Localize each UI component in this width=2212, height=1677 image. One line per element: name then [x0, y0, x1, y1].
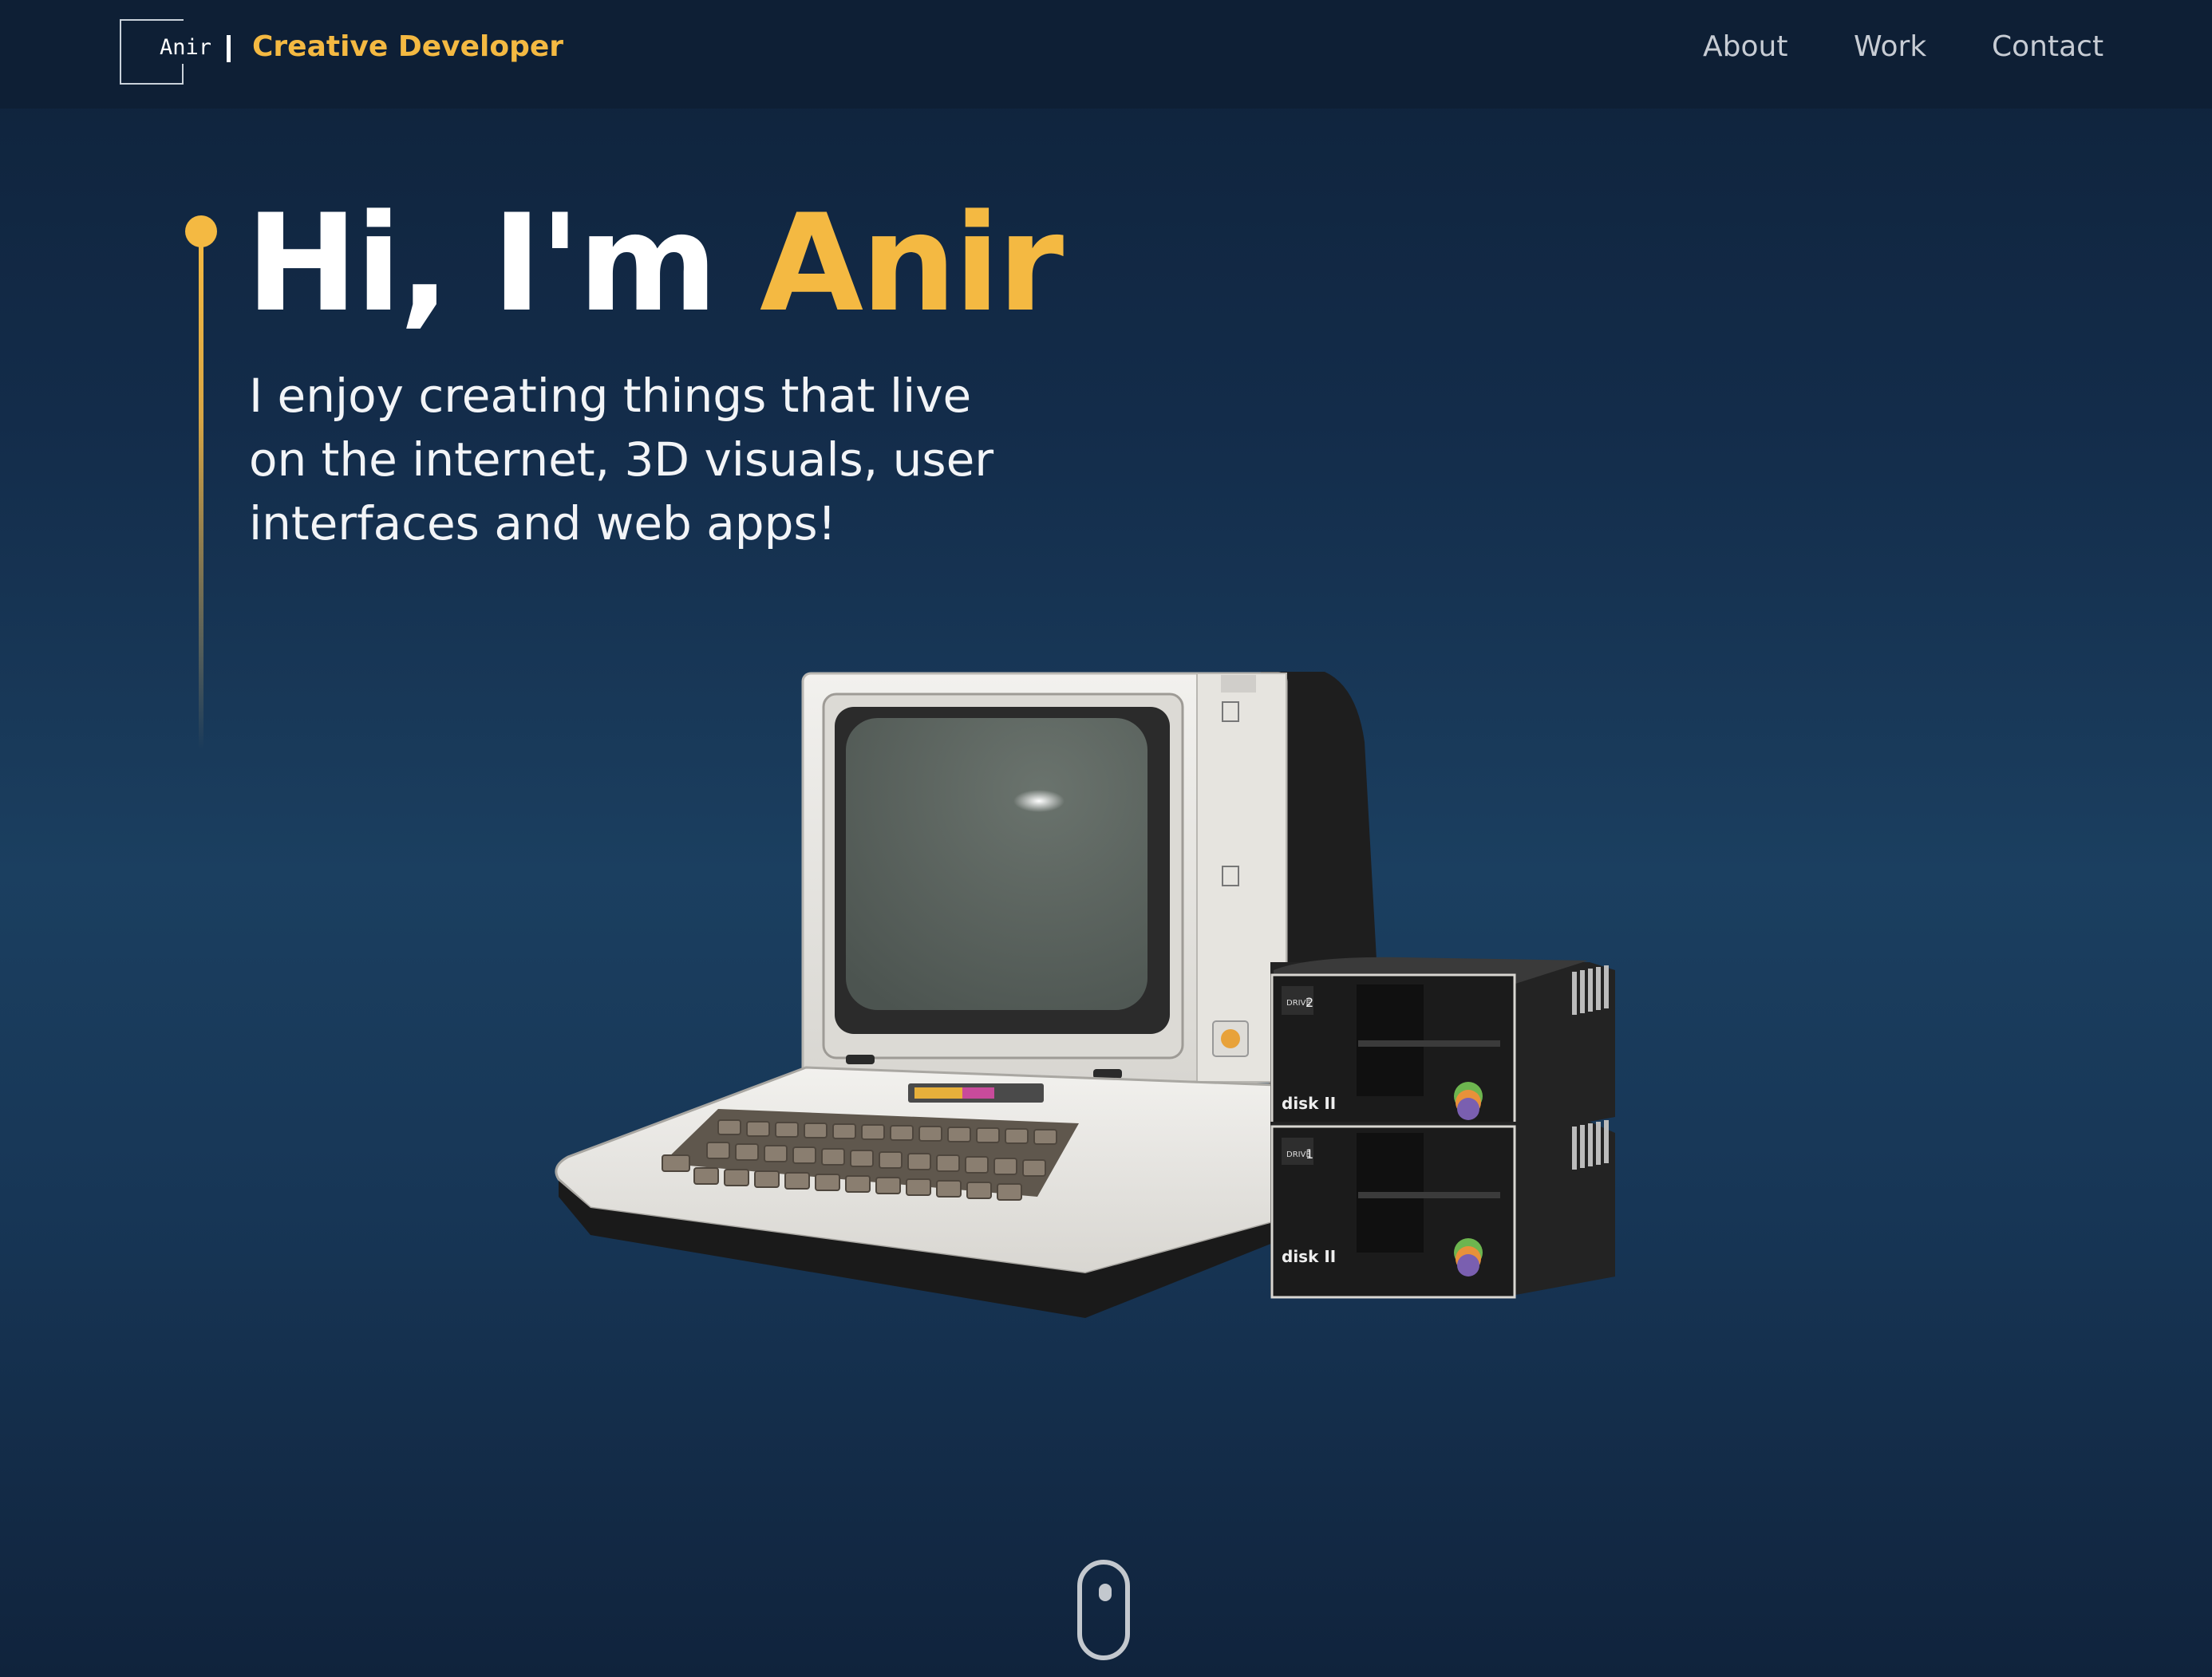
top-navbar: Anir Creative Developer About Work Conta…	[0, 0, 2212, 109]
hero-name: Anir	[760, 185, 1064, 341]
logo-divider	[227, 35, 231, 62]
logo-tagline: Creative Developer	[252, 30, 564, 63]
timeline-line	[199, 239, 203, 750]
drive-label-top: disk II	[1282, 1094, 1336, 1113]
drive-number-top: 2	[1305, 995, 1313, 1010]
nav-link-work[interactable]: Work	[1854, 30, 1926, 63]
nav-link-contact[interactable]: Contact	[1992, 30, 2103, 63]
hero-title: Hi, I'm Anir	[246, 190, 1064, 337]
nav-link-about[interactable]: About	[1703, 30, 1787, 63]
retro-computer-illustration: DRIVE 2 disk II DRIVE 1 disk II	[555, 672, 1615, 1318]
hero-subtitle: I enjoy creating things that live on the…	[249, 369, 994, 550]
logo-text[interactable]: Anir	[160, 35, 211, 60]
scroll-wheel-icon	[1099, 1584, 1112, 1601]
drive-label-bottom: disk II	[1282, 1247, 1336, 1266]
drive-number-bottom: 1	[1305, 1146, 1313, 1162]
hero-greeting: Hi, I'm	[246, 185, 717, 341]
scroll-mouse-icon[interactable]	[1077, 1560, 1130, 1660]
